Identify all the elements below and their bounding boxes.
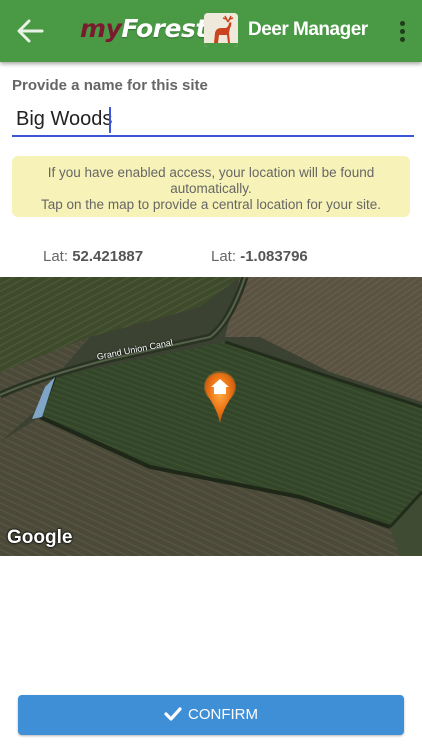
latitude-value: 52.421887 — [72, 248, 144, 265]
check-icon — [164, 706, 182, 721]
more-vert-icon — [399, 21, 405, 26]
brand-logo-text: myForest — [80, 14, 207, 43]
google-attribution: Google — [7, 527, 73, 548]
home-pin-icon[interactable] — [202, 371, 238, 427]
site-name-input[interactable] — [12, 103, 414, 137]
text-cursor — [109, 107, 111, 133]
overflow-menu-button[interactable] — [392, 18, 412, 46]
confirm-button[interactable]: CONFIRM — [18, 695, 404, 735]
longitude-value: -1.083796 — [240, 248, 308, 265]
latitude-label: Lat: — [43, 248, 69, 265]
location-info-box: If you have enabled access, your locatio… — [12, 156, 410, 217]
info-line-2: automatically. — [170, 181, 252, 196]
info-line-1: If you have enabled access, your locatio… — [47, 165, 375, 180]
brand-my: my — [80, 14, 122, 43]
deer-logo-icon — [204, 13, 238, 47]
app-title: Deer Manager — [248, 19, 368, 40]
info-line-3: Tap on the map to provide a central loca… — [41, 197, 381, 212]
arrow-left-icon — [17, 19, 44, 43]
site-name-label: Provide a name for this site — [12, 77, 208, 94]
brand-forest: Forest — [121, 14, 207, 43]
latitude-readout: Lat: 52.421887 — [43, 248, 143, 265]
back-button[interactable] — [12, 15, 48, 47]
confirm-label: CONFIRM — [188, 706, 258, 723]
longitude-label: Lat: — [211, 248, 237, 265]
longitude-readout: Lat: -1.083796 — [211, 248, 308, 265]
app-bar: myForest Deer Manager — [0, 0, 422, 62]
